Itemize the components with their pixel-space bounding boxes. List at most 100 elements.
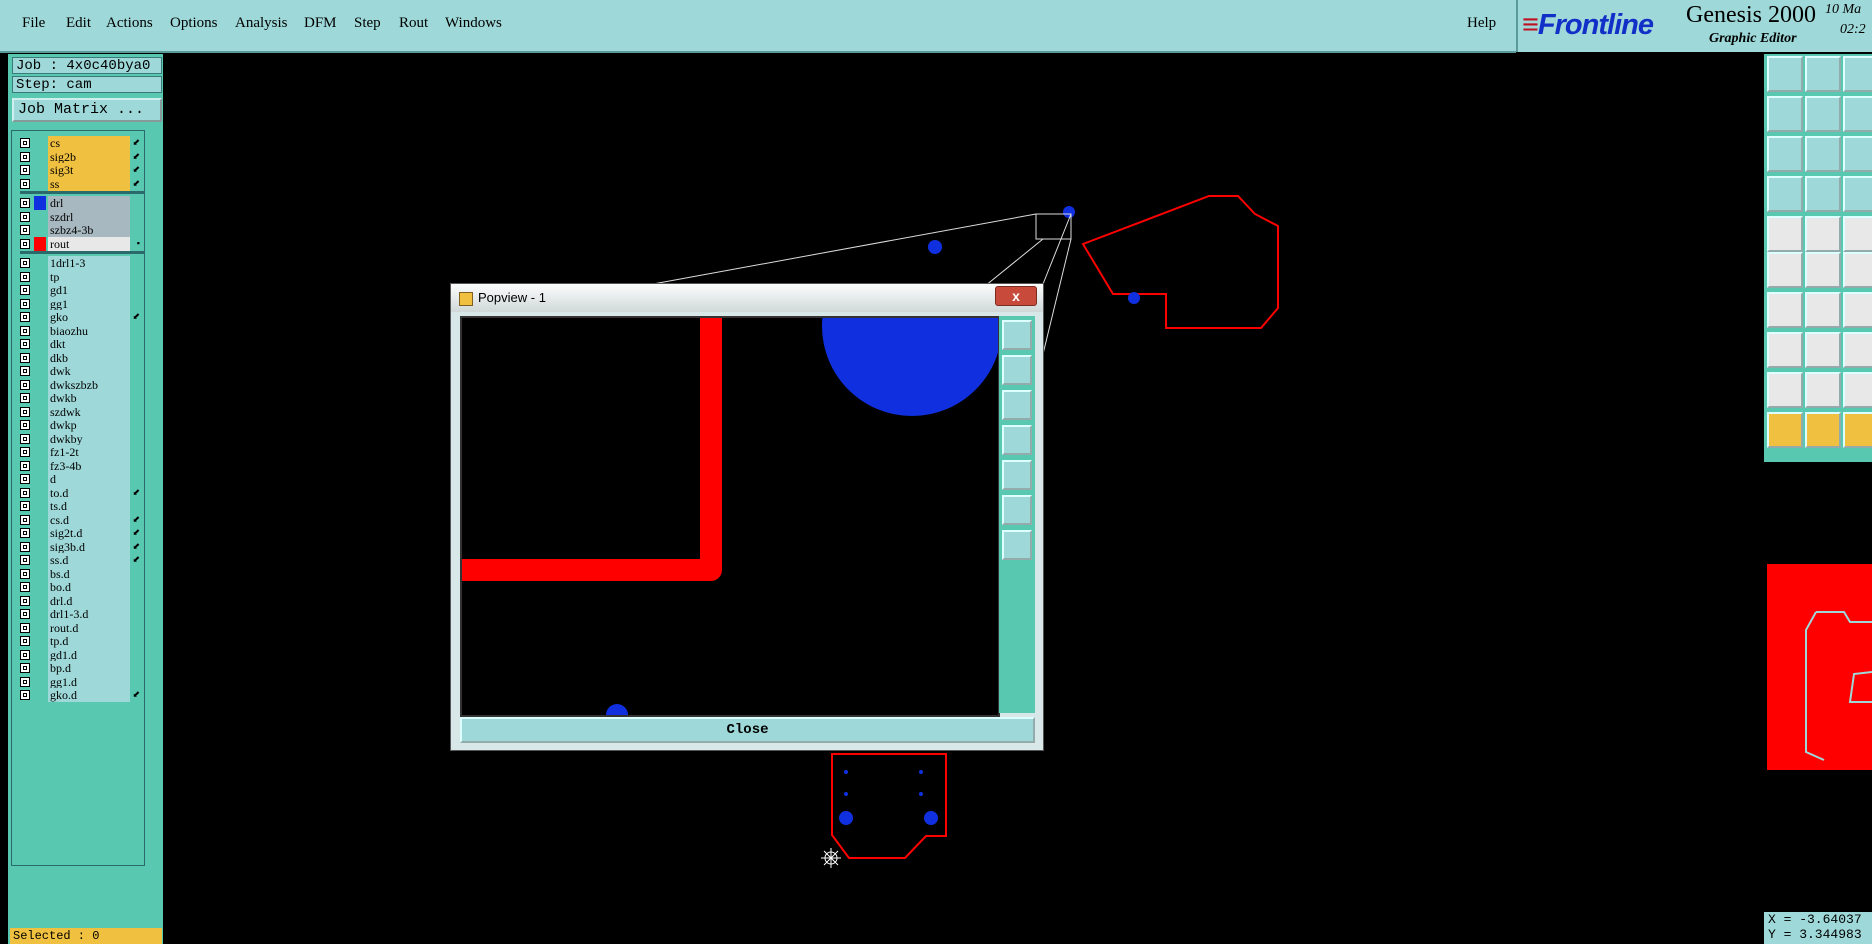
- layer-name[interactable]: fz1-2t: [48, 445, 130, 459]
- layer-name[interactable]: dkt: [48, 337, 130, 351]
- layer-checkbox[interactable]: [20, 325, 30, 336]
- layer-checkbox[interactable]: [20, 393, 30, 403]
- layer-checkbox[interactable]: [20, 339, 30, 349]
- layer-name[interactable]: drl: [48, 196, 130, 210]
- layer-checkbox[interactable]: [20, 636, 30, 646]
- layer-name[interactable]: drl.d: [48, 593, 130, 608]
- layer-row-szdwk[interactable]: szdwk: [20, 404, 144, 419]
- popview-zoom-in-icon[interactable]: [1002, 495, 1032, 525]
- layer-row-drl[interactable]: drl: [20, 196, 144, 210]
- layer-checkbox[interactable]: [20, 568, 30, 579]
- layer-checkbox[interactable]: [20, 366, 30, 376]
- layer-row-bp-d[interactable]: bp.d: [20, 661, 144, 675]
- layer-row-dwkp[interactable]: dwkp: [20, 418, 144, 432]
- popview-close-button[interactable]: Close: [460, 717, 1035, 743]
- rotate-tool-icon[interactable]: [1843, 292, 1872, 328]
- overview-map[interactable]: [1764, 462, 1872, 902]
- layer-row-ts-d[interactable]: ts.d: [20, 499, 144, 513]
- layer-name[interactable]: bs.d: [48, 566, 130, 581]
- slash-tool-icon[interactable]: [1805, 292, 1841, 328]
- layer-row-sig2t-d[interactable]: sig2t.d ⬋: [20, 526, 144, 540]
- pointer-select-icon[interactable]: [1767, 412, 1803, 448]
- popview-pan-down-icon[interactable]: [1002, 390, 1032, 420]
- popview-zoom-window-icon[interactable]: [1002, 320, 1032, 350]
- layer-name[interactable]: gg1.d: [48, 674, 130, 689]
- layer-row-to-d[interactable]: to.d ⬋: [20, 485, 144, 500]
- layer-name[interactable]: szdrl: [48, 209, 130, 224]
- layer-row-dwkb[interactable]: dwkb: [20, 391, 144, 405]
- layer-checkbox[interactable]: [20, 198, 30, 208]
- layer-row-gko[interactable]: gko ⬋: [20, 310, 144, 324]
- layer-name[interactable]: szbz4-3b: [48, 223, 130, 237]
- layer-row-fz3-4b[interactable]: fz3-4b: [20, 458, 144, 473]
- layer-checkbox[interactable]: [20, 211, 30, 222]
- layer-checkbox[interactable]: [20, 649, 30, 660]
- layer-name[interactable]: sig3b.d: [48, 539, 130, 554]
- layer-checkbox[interactable]: [20, 487, 30, 498]
- layer-checkbox[interactable]: [20, 501, 30, 511]
- layer-checkbox[interactable]: [20, 663, 30, 673]
- popview-pan-left-icon[interactable]: [1002, 425, 1032, 455]
- layer-checkbox[interactable]: [20, 379, 30, 390]
- layer-checkbox[interactable]: [20, 541, 30, 552]
- layer-name[interactable]: rout.d: [48, 620, 130, 635]
- snap-icon[interactable]: [1843, 176, 1872, 212]
- layer-row-bs-d[interactable]: bs.d: [20, 566, 144, 581]
- layer-checkbox[interactable]: [20, 225, 30, 235]
- layer-row-sig3t[interactable]: sig3t ⬋: [20, 163, 144, 177]
- layer-checkbox[interactable]: [20, 514, 30, 525]
- measure-tool-icon[interactable]: [1843, 332, 1872, 368]
- layer-row-drl1-3-d[interactable]: drl1-3.d: [20, 607, 144, 621]
- layer-name[interactable]: biaozhu: [48, 323, 130, 338]
- layer-name[interactable]: dkb: [48, 350, 130, 365]
- layer-name[interactable]: cs.d: [48, 512, 130, 527]
- layer-name[interactable]: sig2b: [48, 149, 130, 164]
- menu-step[interactable]: Step: [354, 15, 381, 32]
- layer-checkbox[interactable]: [20, 447, 30, 457]
- line-tool-icon[interactable]: [1805, 216, 1841, 252]
- layer-row-tp-d[interactable]: tp.d: [20, 634, 144, 648]
- layer-checkbox[interactable]: [20, 298, 30, 309]
- layer-checkbox[interactable]: [20, 420, 30, 430]
- layer-checkbox[interactable]: [20, 433, 30, 444]
- layer-name[interactable]: dwkp: [48, 418, 130, 432]
- layer-row-cs[interactable]: cs ⬋: [20, 136, 144, 150]
- layer-checkbox[interactable]: [20, 352, 30, 363]
- layer-checkbox[interactable]: [20, 406, 30, 417]
- layer-name[interactable]: dwkb: [48, 391, 130, 405]
- angle-tool-icon[interactable]: [1767, 292, 1803, 328]
- layer-checkbox[interactable]: [20, 238, 30, 249]
- layer-checkbox[interactable]: [20, 151, 30, 162]
- layer-name[interactable]: d: [48, 472, 130, 486]
- layer-row-szbz4-3b[interactable]: szbz4-3b: [20, 223, 144, 237]
- zoom-save-icon[interactable]: [1805, 56, 1841, 92]
- layer-name[interactable]: sig2t.d: [48, 526, 130, 540]
- menu-actions[interactable]: Actions: [106, 15, 153, 32]
- zoom-house-icon[interactable]: [1843, 56, 1872, 92]
- job-matrix-button[interactable]: Job Matrix ...: [12, 98, 162, 122]
- layer-name[interactable]: dwk: [48, 364, 130, 378]
- layer-checkbox[interactable]: [20, 595, 30, 606]
- layer-name[interactable]: to.d: [48, 485, 130, 500]
- layer-row-biaozhu[interactable]: biaozhu: [20, 323, 144, 338]
- layer-name[interactable]: cs: [48, 136, 130, 150]
- pointer-circle-icon[interactable]: [1843, 412, 1872, 448]
- layer-checkbox[interactable]: [20, 165, 30, 175]
- layer-checkbox[interactable]: [20, 676, 30, 687]
- pan-left-icon[interactable]: [1767, 96, 1803, 132]
- layer-row-1drl1-3[interactable]: 1drl1-3: [20, 256, 144, 270]
- menu-help[interactable]: Help: [1467, 15, 1496, 32]
- layer-name[interactable]: gko: [48, 310, 130, 324]
- layer-row-cs-d[interactable]: cs.d ⬋: [20, 512, 144, 527]
- ruler-icon[interactable]: [1843, 216, 1872, 252]
- layer-checkbox[interactable]: [20, 271, 30, 282]
- layer-checkbox[interactable]: [20, 528, 30, 538]
- popview-zoom-out-icon[interactable]: [1002, 530, 1032, 560]
- layer-row-sig3b-d[interactable]: sig3b.d ⬋: [20, 539, 144, 554]
- layer-row-dkb[interactable]: dkb: [20, 350, 144, 365]
- layer-checkbox[interactable]: [20, 474, 30, 484]
- layer-name[interactable]: tp.d: [48, 634, 130, 648]
- layer-checkbox[interactable]: [20, 285, 30, 295]
- undo-view-icon[interactable]: [1843, 96, 1872, 132]
- grid-icon[interactable]: [1805, 176, 1841, 212]
